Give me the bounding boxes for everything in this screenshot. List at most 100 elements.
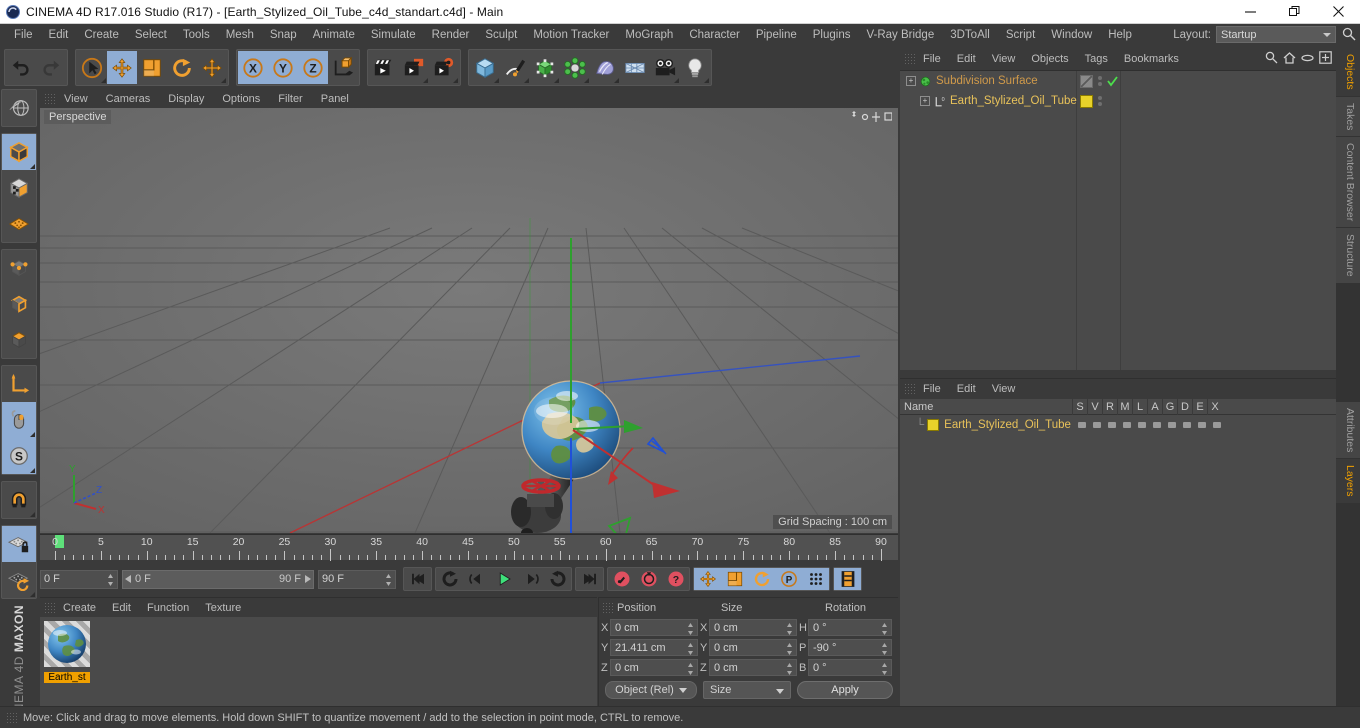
- add-floor-button[interactable]: [620, 51, 650, 84]
- texture-mode-button[interactable]: [2, 170, 36, 206]
- start-frame-field[interactable]: 0 F: [40, 569, 118, 589]
- layer-column-r[interactable]: R: [1102, 398, 1117, 415]
- scale-key-button[interactable]: [721, 568, 748, 590]
- maximize-button[interactable]: [1272, 0, 1316, 24]
- play-button[interactable]: [490, 568, 517, 590]
- workplane-rotate-button[interactable]: [2, 562, 36, 598]
- submenu-corner-icon[interactable]: [30, 432, 35, 437]
- tab-attributes[interactable]: Attributes: [1336, 401, 1360, 459]
- loop-button[interactable]: [544, 568, 571, 590]
- submenu-corner-icon[interactable]: [614, 78, 619, 83]
- points-mode-button[interactable]: [2, 250, 36, 286]
- spinner-icon[interactable]: [786, 662, 793, 676]
- panel-grip-icon[interactable]: [602, 601, 613, 614]
- close-button[interactable]: [1316, 0, 1360, 24]
- layout-dropdown[interactable]: Startup: [1216, 26, 1336, 43]
- layer-menu-file[interactable]: File: [915, 382, 949, 396]
- submenu-corner-icon[interactable]: [30, 512, 35, 517]
- submenu-corner-icon[interactable]: [30, 592, 35, 597]
- workplane-mode-button[interactable]: [2, 206, 36, 242]
- size-field[interactable]: 0 cm: [709, 639, 797, 656]
- material-list[interactable]: Earth_st: [40, 617, 597, 707]
- point-level-animation-button[interactable]: [802, 568, 829, 590]
- viewport-menu-options[interactable]: Options: [213, 92, 269, 106]
- play-backwards-loop-button[interactable]: [436, 568, 463, 590]
- spinner-icon[interactable]: [881, 622, 888, 636]
- submenu-corner-icon[interactable]: [30, 468, 35, 473]
- layer-column-g[interactable]: G: [1162, 398, 1177, 415]
- polygons-mode-button[interactable]: [2, 322, 36, 358]
- spinner-icon[interactable]: [687, 642, 694, 656]
- tab-objects[interactable]: Objects: [1336, 48, 1360, 96]
- position-key-button[interactable]: [694, 568, 721, 590]
- magnet-button[interactable]: [2, 482, 36, 518]
- next-frame-button[interactable]: [517, 568, 544, 590]
- menu-tools[interactable]: Tools: [175, 27, 218, 43]
- spinner-icon[interactable]: [687, 662, 694, 676]
- keyframe-selection-button[interactable]: ?: [662, 568, 689, 590]
- menu-render[interactable]: Render: [424, 27, 478, 43]
- spinner-icon[interactable]: [107, 573, 114, 587]
- timeline-button[interactable]: [834, 568, 861, 590]
- coordinate-mode-dropdown[interactable]: Object (Rel): [605, 681, 697, 699]
- submenu-corner-icon[interactable]: [30, 164, 35, 169]
- panel-grip-icon[interactable]: [904, 53, 915, 65]
- expand-toggle[interactable]: +: [920, 96, 930, 106]
- layer-menu-view[interactable]: View: [984, 382, 1024, 396]
- menu-mesh[interactable]: Mesh: [218, 27, 262, 43]
- dot-icon[interactable]: [1074, 420, 1089, 430]
- expand-toggle[interactable]: +: [906, 76, 916, 86]
- spinner-icon[interactable]: [786, 642, 793, 656]
- menu-motion-tracker[interactable]: Motion Tracker: [525, 27, 617, 43]
- spinner-icon[interactable]: [881, 662, 888, 676]
- layer-column-s[interactable]: S: [1072, 398, 1087, 415]
- rotation-field[interactable]: 0 °: [808, 619, 892, 636]
- spinner-icon[interactable]: [786, 622, 793, 636]
- rotation-field[interactable]: 0 °: [808, 659, 892, 676]
- submenu-corner-icon[interactable]: [524, 78, 529, 83]
- end-frame-field[interactable]: 90 F: [318, 569, 396, 589]
- layer-row[interactable]: └ Earth_Stylized_Oil_Tube: [900, 415, 1336, 434]
- menu-snap[interactable]: Snap: [262, 27, 305, 43]
- menu-script[interactable]: Script: [998, 27, 1043, 43]
- add-deformer-button[interactable]: [560, 51, 590, 84]
- lock-small-icon[interactable]: [1134, 420, 1149, 430]
- previous-frame-button[interactable]: [463, 568, 490, 590]
- spinner-icon[interactable]: [687, 622, 694, 636]
- expression-small-icon[interactable]: [1194, 420, 1209, 430]
- submenu-corner-icon[interactable]: [423, 78, 428, 83]
- panel-grip-icon[interactable]: [44, 92, 55, 105]
- size-field[interactable]: 0 cm: [709, 659, 797, 676]
- viewport-menu-filter[interactable]: Filter: [269, 92, 311, 106]
- submenu-corner-icon[interactable]: [101, 78, 106, 83]
- object-menu-file[interactable]: File: [915, 52, 949, 66]
- submenu-corner-icon[interactable]: [494, 78, 499, 83]
- redo-button[interactable]: [36, 51, 66, 84]
- render-to-picture-viewer-button[interactable]: [399, 51, 429, 84]
- lock-y-button[interactable]: Y: [268, 51, 298, 84]
- range-right-arrow-icon[interactable]: [304, 575, 311, 583]
- layer-column-x[interactable]: X: [1207, 398, 1222, 415]
- manager-small-icon[interactable]: [1119, 420, 1134, 430]
- layer-column-d[interactable]: D: [1177, 398, 1192, 415]
- layer-column-v[interactable]: V: [1087, 398, 1102, 415]
- spinner-icon[interactable]: [385, 573, 392, 587]
- move-button[interactable]: [107, 51, 137, 84]
- add-environment-button[interactable]: [590, 51, 620, 84]
- add-generator-button[interactable]: [530, 51, 560, 84]
- viewport-menu-view[interactable]: View: [55, 92, 97, 106]
- apply-button[interactable]: Apply: [797, 681, 893, 699]
- material-menu-edit[interactable]: Edit: [104, 601, 139, 615]
- menu-mograph[interactable]: MoGraph: [617, 27, 681, 43]
- add-spline-button[interactable]: [500, 51, 530, 84]
- minimize-button[interactable]: [1228, 0, 1272, 24]
- model-mode-button[interactable]: [2, 134, 36, 170]
- undo-button[interactable]: [6, 51, 36, 84]
- material-item[interactable]: Earth_st: [44, 621, 90, 683]
- object-tree-row[interactable]: + Subdivision Surface: [900, 71, 1336, 91]
- viewport-menu-panel[interactable]: Panel: [312, 92, 358, 106]
- submenu-corner-icon[interactable]: [453, 78, 458, 83]
- search-icon[interactable]: [1265, 51, 1278, 64]
- menu-character[interactable]: Character: [681, 27, 748, 43]
- timeline-ruler[interactable]: 0 5 10 15 20 25 30 35 40 45 50 55 60 65 70 75 80 85 90: [40, 534, 898, 561]
